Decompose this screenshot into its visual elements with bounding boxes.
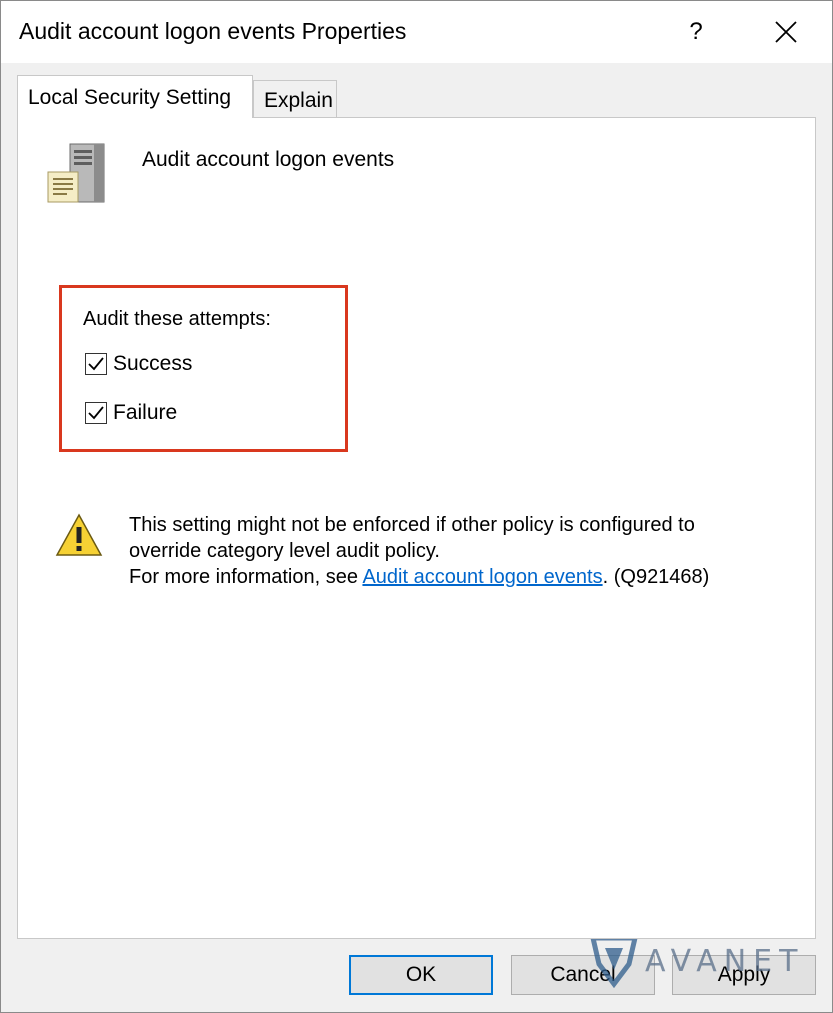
- policy-name: Audit account logon events: [142, 148, 395, 171]
- help-icon: ?: [689, 18, 703, 45]
- title-bar[interactable]: Audit account logon events Properties ?: [1, 1, 832, 63]
- warning-line-3: For more information, see Audit account …: [129, 564, 789, 590]
- warning-message: This setting might not be enforced if ot…: [129, 512, 789, 590]
- checkmark-icon: [88, 406, 104, 420]
- warning-line-3-prefix: For more information, see: [129, 566, 363, 588]
- server-document-icon: [44, 140, 114, 215]
- help-button[interactable]: ?: [673, 9, 719, 55]
- failure-checkbox-row[interactable]: Failure: [85, 401, 177, 425]
- checkmark-icon: [88, 357, 104, 371]
- warning-line-3-suffix: . (Q921468): [602, 566, 710, 588]
- failure-checkbox[interactable]: [85, 402, 107, 424]
- failure-label: Failure: [113, 401, 178, 424]
- success-label: Success: [113, 352, 193, 375]
- help-link[interactable]: Audit account logon events: [362, 566, 602, 588]
- tab-panel: Audit account logon events Audit these a…: [17, 117, 816, 939]
- close-button[interactable]: [763, 9, 809, 55]
- tab-explain[interactable]: Explain: [253, 80, 337, 118]
- dialog-title: Audit account logon events Properties: [19, 18, 407, 44]
- ok-button[interactable]: OK: [349, 955, 493, 995]
- tab-local-security-setting[interactable]: Local Security Setting: [17, 75, 253, 118]
- audit-attempts-label: Audit these attempts:: [83, 308, 271, 330]
- cancel-button[interactable]: Cancel: [511, 955, 655, 995]
- success-checkbox-row[interactable]: Success: [85, 352, 192, 376]
- close-icon: [775, 21, 797, 43]
- properties-dialog: Audit account logon events Properties ? …: [0, 0, 833, 1013]
- warning-line-1: This setting might not be enforced if ot…: [129, 514, 695, 536]
- warning-icon: [54, 512, 104, 563]
- success-checkbox[interactable]: [85, 353, 107, 375]
- warning-line-2: override category level audit policy.: [129, 540, 440, 562]
- apply-button[interactable]: Apply: [672, 955, 816, 995]
